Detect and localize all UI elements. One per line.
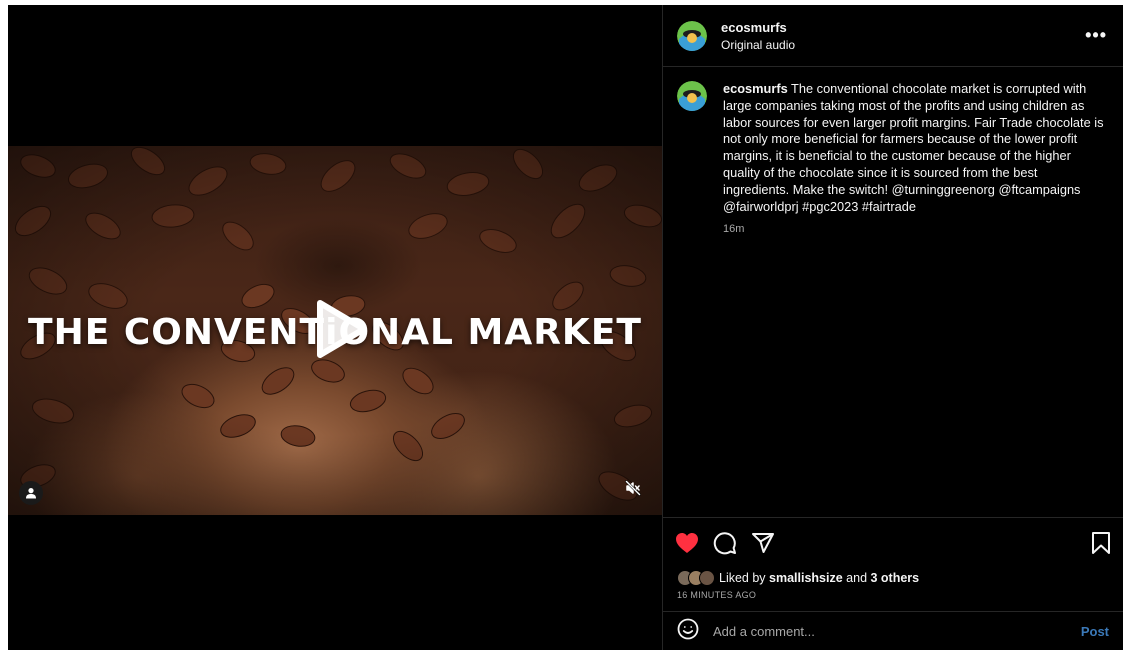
likes-others[interactable]: 3 others xyxy=(871,571,920,585)
bookmark-icon[interactable] xyxy=(1091,531,1111,555)
caption-text: ecosmurfs The conventional chocolate mar… xyxy=(723,81,1107,215)
action-section: Liked by smallishsize and 3 others 16 MI… xyxy=(663,517,1123,600)
more-options-icon[interactable]: ••• xyxy=(1085,25,1107,46)
user-tag-icon[interactable] xyxy=(19,481,43,505)
likes-summary[interactable]: Liked by smallishsize and 3 others xyxy=(663,568,1123,588)
post-timestamp[interactable]: 16m xyxy=(723,223,1107,235)
post-button[interactable]: Post xyxy=(1081,624,1109,639)
post-modal: THE CONVENTiONAL MARKET ecosmurfs Origin… xyxy=(8,5,1123,650)
share-icon[interactable] xyxy=(751,531,775,555)
caption-username[interactable]: ecosmurfs xyxy=(723,81,788,96)
post-header: ecosmurfs Original audio ••• xyxy=(663,5,1123,67)
post-time-ago: 16 MINUTES AGO xyxy=(677,590,757,600)
author-username[interactable]: ecosmurfs xyxy=(721,20,1085,35)
liker-avatar xyxy=(699,570,715,586)
play-icon[interactable] xyxy=(310,297,370,361)
media-area: THE CONVENTiONAL MARKET xyxy=(8,5,662,650)
caption-avatar[interactable] xyxy=(677,81,707,111)
comment-bar: Post xyxy=(663,611,1123,650)
caption-body-text: The conventional chocolate market is cor… xyxy=(723,81,1104,214)
smiley-icon[interactable] xyxy=(677,618,699,645)
caption-section: ecosmurfs The conventional chocolate mar… xyxy=(663,67,1123,517)
avatar[interactable] xyxy=(677,20,707,51)
likes-text: Liked by smallishsize and 3 others xyxy=(719,571,920,585)
heart-icon[interactable] xyxy=(675,532,699,554)
post-side-panel: ecosmurfs Original audio ••• ecosmurfs T… xyxy=(662,5,1123,650)
action-bar xyxy=(663,518,1123,568)
liker-username[interactable]: smallishsize xyxy=(769,571,843,585)
audio-label[interactable]: Original audio xyxy=(721,38,1085,52)
video-player[interactable]: THE CONVENTiONAL MARKET xyxy=(8,146,662,515)
comment-icon[interactable] xyxy=(713,531,737,555)
mute-icon[interactable] xyxy=(620,475,646,501)
comment-input[interactable] xyxy=(713,623,1081,639)
